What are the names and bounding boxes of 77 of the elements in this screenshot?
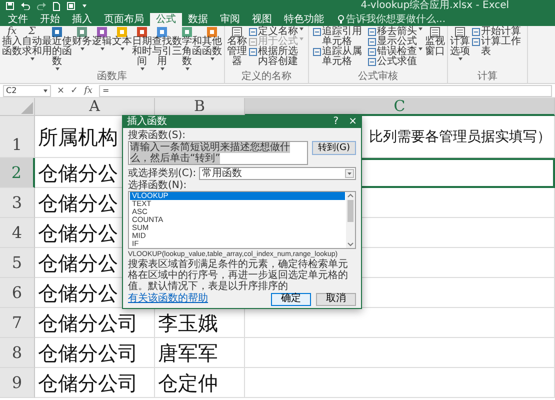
ribbon-button[interactable]: 财务 (72, 27, 92, 51)
ribbon-tab[interactable]: 开始 (34, 13, 66, 26)
scrollbar[interactable] (346, 192, 355, 248)
cancel-button[interactable]: 取消 (316, 292, 356, 306)
sum-icon: Σ (28, 27, 36, 37)
enter-button[interactable]: ✓ (70, 86, 78, 96)
group-label: 计算 (476, 72, 498, 83)
row-header[interactable]: 9 (0, 368, 35, 398)
ribbon-button[interactable]: 数学和三角函数 (172, 27, 202, 71)
row-header[interactable]: 7 (0, 308, 35, 338)
category-dropdown[interactable]: 常用函数 (199, 167, 356, 180)
go-button[interactable]: 转到(G) (312, 141, 356, 155)
tell-me-field[interactable]: 告诉我你想要做什么... (346, 14, 466, 26)
command-icon (313, 27, 321, 36)
ribbon-button[interactable]: 移去箭头 (368, 27, 423, 37)
ribbon-tab[interactable]: 页面布局 (98, 13, 150, 26)
column-header[interactable]: C (245, 98, 555, 116)
caret-icon (43, 88, 48, 92)
ribbon-button[interactable]: 其他函数 (202, 27, 222, 61)
ribbon-button[interactable]: 公式求值 (368, 57, 423, 67)
ribbon-button[interactable]: 文本 (112, 27, 132, 51)
group-label: 公式审核 (357, 72, 399, 83)
customize-caret-icon[interactable] (82, 4, 87, 8)
ribbon-button[interactable]: 监视窗口 (425, 27, 445, 57)
row-header[interactable]: 6 (0, 278, 35, 308)
table-cell[interactable]: 仓储分公司 (35, 368, 155, 398)
ribbon-tab[interactable]: 数据 (182, 13, 214, 26)
lightbulb-icon (338, 15, 344, 24)
ribbon-button[interactable]: 根据所选内容创建 (249, 47, 304, 67)
help-button[interactable]: ? (333, 117, 339, 127)
row-header[interactable]: 4 (0, 218, 35, 248)
ribbon-button[interactable]: 显示公式 (368, 37, 423, 47)
ribbon-button[interactable]: Σ 自动求和 (22, 27, 42, 61)
cancel-button[interactable]: × (57, 86, 65, 96)
group-label: 定义的名称 (240, 72, 292, 83)
new-file-icon[interactable] (53, 2, 60, 10)
ribbon-button[interactable]: 名称管理器 (227, 27, 247, 67)
save-icon[interactable] (6, 2, 14, 10)
undo-icon[interactable] (21, 2, 30, 10)
function-icon: fx (7, 27, 17, 37)
formula-field[interactable]: = (98, 84, 552, 96)
search-field[interactable]: 请输入一条简短说明来描述您想做什么，然后单击“转到” (128, 141, 308, 165)
ribbon-tab[interactable]: 视图 (246, 13, 278, 26)
ribbon-tab[interactable]: 插入 (66, 13, 98, 26)
column-header[interactable]: A (35, 98, 155, 116)
close-button[interactable]: × (348, 117, 357, 127)
table-cell[interactable]: 仓储分公司 (35, 338, 155, 368)
command-icon (313, 47, 321, 56)
table-cell[interactable]: 仓定仲 (155, 368, 245, 398)
ribbon-button[interactable]: fx 插入函数 (2, 27, 22, 57)
insert-function-button[interactable]: fx (84, 86, 93, 96)
redo-icon[interactable] (37, 2, 46, 10)
ribbon-button[interactable]: 追踪引用单元格 (313, 27, 364, 47)
ribbon-tab[interactable]: 公式 (150, 13, 182, 26)
ribbon-tab[interactable]: 文件 (2, 13, 34, 26)
ribbon-button[interactable]: 计算工作表 (472, 37, 523, 57)
row-header[interactable]: 2 (0, 158, 35, 188)
ribbon-tab[interactable]: 审阅 (214, 13, 246, 26)
ribbon-button[interactable]: 最近使用的函数 (42, 27, 72, 71)
row-header[interactable]: 8 (0, 338, 35, 368)
name-box[interactable]: C2 (6, 86, 17, 94)
ribbon-button[interactable]: 查找与引用 (152, 27, 172, 71)
ribbon-button[interactable]: 开始计算 (472, 27, 523, 37)
ok-button[interactable]: 确定 (271, 292, 311, 306)
ribbon-button[interactable]: 逻辑 (92, 27, 112, 51)
row-header[interactable]: 3 (0, 188, 35, 218)
row-header[interactable]: 5 (0, 248, 35, 278)
ribbon-button[interactable]: 计算选项 (450, 27, 470, 61)
ribbon-tab[interactable]: 特色功能 (278, 13, 330, 26)
caret-icon[interactable] (345, 169, 354, 178)
table-cell[interactable]: 唐军军 (155, 338, 245, 368)
column-header[interactable]: B (155, 98, 245, 116)
ribbon-button[interactable]: 追踪从属单元格 (313, 47, 364, 67)
group-label: 函数库 (96, 72, 128, 83)
ribbon-button[interactable]: 错误检查 (368, 47, 423, 57)
row-header[interactable]: 1 (0, 116, 35, 158)
ribbon-button[interactable]: 日期和时间 (132, 27, 152, 71)
